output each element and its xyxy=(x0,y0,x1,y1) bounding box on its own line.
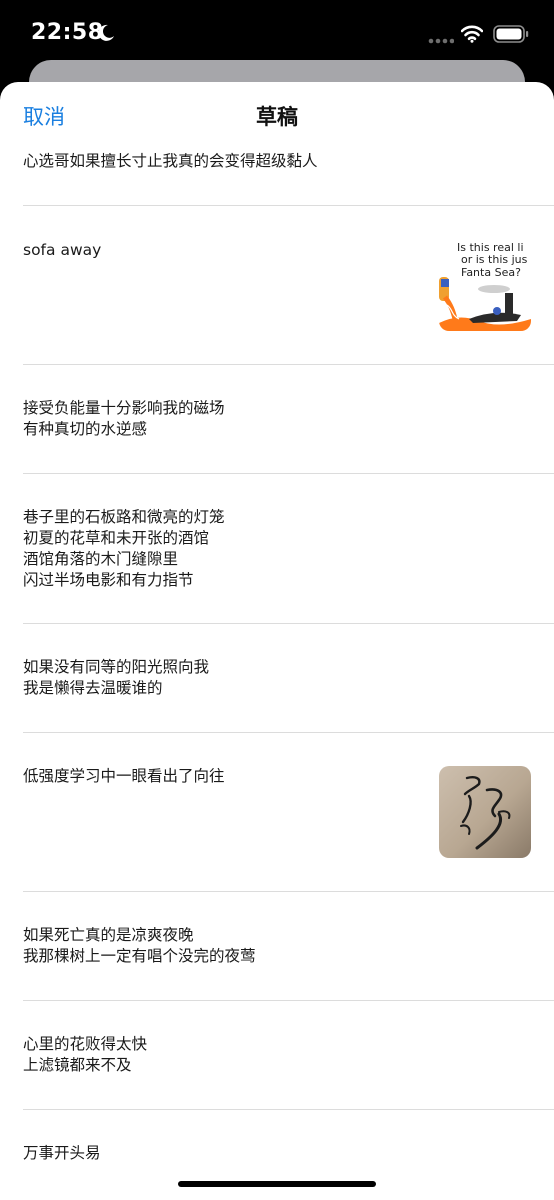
draft-text: 心里的花败得太快 上滤镜都来不及 xyxy=(23,1035,148,1074)
wifi-icon xyxy=(461,25,483,43)
draft-thumbnail: Is this real li or is this jus Fanta Sea… xyxy=(439,239,531,331)
draft-item[interactable]: sofa away Is this real li or is this jus… xyxy=(23,206,554,365)
draft-text: sofa away xyxy=(23,241,102,259)
calligraphy-image xyxy=(439,766,531,858)
draft-text: 如果没有同等的阳光照向我 我是懒得去温暖谁的 xyxy=(23,658,210,697)
signal-icon xyxy=(428,38,454,44)
draft-item[interactable]: 巷子里的石板路和微亮的灯笼 初夏的花草和未开张的酒馆 酒馆角落的木门缝隙里 闪过… xyxy=(23,474,554,624)
fanta-sea-image: Is this real li or is this jus Fanta Sea… xyxy=(439,239,531,331)
draft-thumbnail xyxy=(439,766,531,858)
draft-item[interactable]: 接受负能量十分影响我的磁场 有种真切的水逆感 xyxy=(23,365,554,474)
draft-text: 低强度学习中一眼看出了向往 xyxy=(23,767,225,785)
thumb-line-2: or is this jus xyxy=(461,253,528,266)
draft-text: 心选哥如果擅长寸止我真的会变得超级黏人 xyxy=(23,152,318,170)
page-title: 草稿 xyxy=(256,105,298,129)
draft-text: 接受负能量十分影响我的磁场 有种真切的水逆感 xyxy=(23,399,225,438)
draft-text: 万事开头易 xyxy=(23,1144,101,1162)
draft-item[interactable]: 如果死亡真的是凉爽夜晚 我那棵树上一定有唱个没完的夜莺 xyxy=(23,892,554,1001)
draft-item[interactable]: 心里的花败得太快 上滤镜都来不及 xyxy=(23,1001,554,1110)
draft-list: 心选哥如果擅长寸止我真的会变得超级黏人 sofa away Is this re… xyxy=(0,144,554,1180)
draft-text: 巷子里的石板路和微亮的灯笼 初夏的花草和未开张的酒馆 酒馆角落的木门缝隙里 闪过… xyxy=(23,508,225,589)
status-time: 22:58 xyxy=(31,20,104,45)
moon-icon xyxy=(98,24,114,41)
draft-item[interactable]: 低强度学习中一眼看出了向往 xyxy=(23,733,554,892)
drafts-sheet: 取消 草稿 心选哥如果擅长寸止我真的会变得超级黏人 sofa away Is t… xyxy=(0,82,554,1200)
nav-bar: 取消 草稿 xyxy=(0,82,554,148)
draft-text: 如果死亡真的是凉爽夜晚 我那棵树上一定有唱个没完的夜莺 xyxy=(23,926,256,965)
draft-item[interactable]: 万事开头易 xyxy=(23,1110,554,1180)
draft-item[interactable]: 如果没有同等的阳光照向我 我是懒得去温暖谁的 xyxy=(23,624,554,733)
thumb-line-3: Fanta Sea? xyxy=(461,266,521,279)
battery-icon xyxy=(493,25,529,43)
home-indicator xyxy=(178,1181,376,1187)
draft-item[interactable]: 心选哥如果擅长寸止我真的会变得超级黏人 xyxy=(23,144,554,206)
